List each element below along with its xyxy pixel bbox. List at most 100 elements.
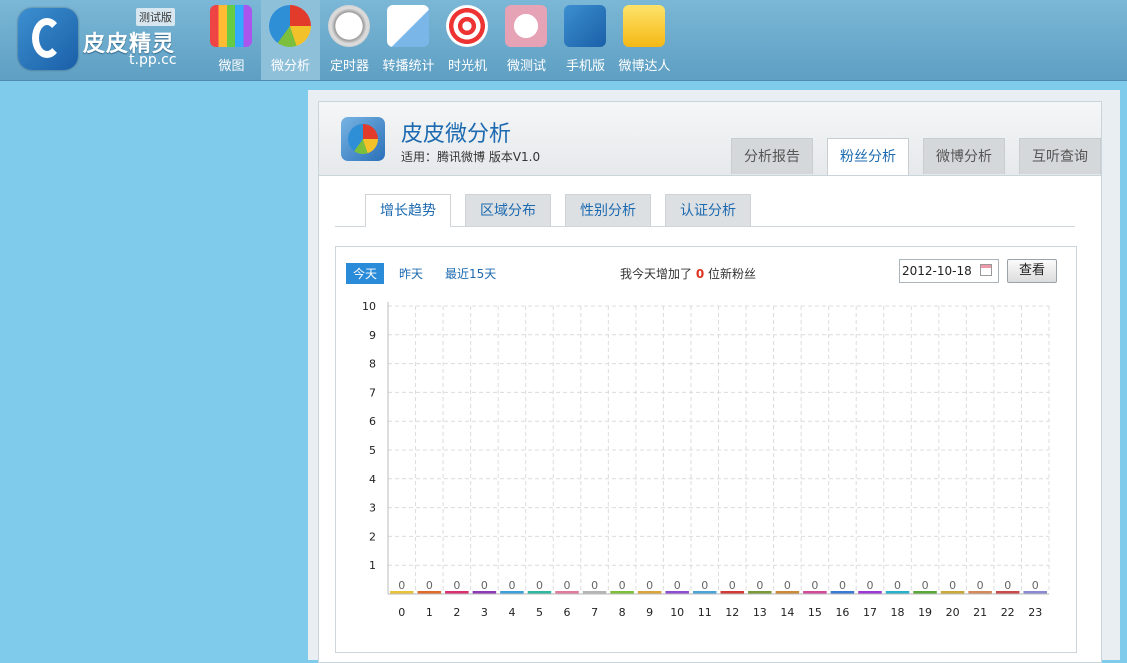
- nav-item-7[interactable]: 微博达人: [615, 0, 674, 80]
- page-title: 皮皮微分析: [401, 122, 512, 147]
- x-tick-label: 10: [670, 606, 684, 619]
- sub-tab-1[interactable]: 区域分布: [465, 194, 551, 226]
- bar-value-label: 0: [536, 579, 543, 592]
- y-tick-label: 1: [369, 559, 376, 572]
- x-tick-label: 18: [891, 606, 905, 619]
- x-tick-label: 20: [946, 606, 960, 619]
- y-tick-label: 4: [369, 473, 376, 486]
- bar-value-label: 0: [591, 579, 598, 592]
- y-tick-label: 6: [369, 415, 376, 428]
- bar-value-label: 0: [508, 579, 515, 592]
- bar-value-label: 0: [839, 579, 846, 592]
- beta-badge: 测试版: [136, 8, 175, 26]
- x-tick-label: 22: [1001, 606, 1015, 619]
- sub-tabs: 增长趋势 区域分布 性别分析 认证分析: [335, 194, 1075, 227]
- bar-value-label: 0: [646, 579, 653, 592]
- panel-content: 皮皮微分析 适用：腾讯微博 版本V1.0 分析报告 粉丝分析 微博分析 互听查询 增长…: [318, 101, 1102, 663]
- y-tick-label: 5: [369, 444, 376, 457]
- swirl-icon: [446, 5, 488, 47]
- bar-value-label: 0: [426, 579, 433, 592]
- main-tab-2[interactable]: 微博分析: [923, 138, 1005, 174]
- nav-label: 定时器: [329, 59, 369, 74]
- phone-app-icon: [564, 5, 606, 47]
- y-tick-label: 9: [369, 329, 376, 342]
- nav-item-4[interactable]: 时光机: [438, 0, 497, 80]
- x-tick-label: 19: [918, 606, 932, 619]
- sub-tab-3[interactable]: 认证分析: [665, 194, 751, 226]
- x-tick-label: 21: [973, 606, 987, 619]
- chart-container: 今天 昨天 最近15天 我今天增加了 0 位新粉丝 2012-10-18 查看 12…: [335, 246, 1077, 653]
- x-tick-label: 5: [536, 606, 543, 619]
- main-tabs: 分析报告 粉丝分析 微博分析 互听查询: [717, 138, 1101, 175]
- nav-item-6[interactable]: 手机版: [556, 0, 615, 80]
- y-tick-label: 10: [362, 300, 376, 313]
- nav-item-0[interactable]: 微图: [202, 0, 261, 80]
- nav-label: 转播统计: [382, 59, 435, 74]
- x-tick-label: 12: [725, 606, 739, 619]
- nav-label: 时光机: [447, 59, 487, 74]
- fan-growth-chart: 1234567891000010203040506070809010011012…: [362, 300, 1050, 619]
- bar-value-label: 0: [811, 579, 818, 592]
- x-tick-label: 15: [808, 606, 822, 619]
- y-tick-label: 3: [369, 502, 376, 515]
- nav-label: 微博达人: [618, 59, 671, 74]
- x-tick-label: 2: [453, 606, 460, 619]
- y-tick-label: 2: [369, 530, 376, 543]
- nav-item-2[interactable]: 定时器: [320, 0, 379, 80]
- bar-value-label: 0: [1032, 579, 1039, 592]
- x-tick-label: 11: [698, 606, 712, 619]
- main-nav: 微图 微分析 定时器 转播统计 时光机 微测试 手机版 微博达人: [202, 0, 674, 80]
- nav-label: 微测试: [506, 59, 546, 74]
- nav-label: 手机版: [565, 59, 605, 74]
- x-tick-label: 1: [426, 606, 433, 619]
- stopwatch-icon: [328, 5, 370, 47]
- x-tick-label: 6: [564, 606, 571, 619]
- bar-value-label: 0: [894, 579, 901, 592]
- bar-value-label: 0: [949, 579, 956, 592]
- nav-item-1[interactable]: 微分析: [261, 0, 320, 80]
- y-tick-label: 8: [369, 358, 376, 371]
- x-tick-label: 13: [753, 606, 767, 619]
- bar-value-label: 0: [729, 579, 736, 592]
- bar-value-label: 0: [756, 579, 763, 592]
- sub-tab-0[interactable]: 增长趋势: [365, 194, 451, 227]
- main-tab-3[interactable]: 互听查询: [1019, 138, 1101, 174]
- pie-chart-icon: [341, 117, 385, 161]
- brand-url[interactable]: t.pp.cc: [129, 52, 177, 68]
- bar-value-label: 0: [398, 579, 405, 592]
- main-tab-1[interactable]: 粉丝分析: [827, 138, 909, 175]
- bar-value-label: 0: [922, 579, 929, 592]
- x-tick-label: 4: [508, 606, 515, 619]
- x-tick-label: 0: [398, 606, 405, 619]
- sub-tab-2[interactable]: 性别分析: [565, 194, 651, 226]
- bar-value-label: 0: [453, 579, 460, 592]
- bar-value-label: 0: [481, 579, 488, 592]
- bar-value-label: 0: [674, 579, 681, 592]
- top-bar: 测试版 皮皮精灵 t.pp.cc 微图 微分析 定时器 转播统计 时光机 微测试 手机版 微博…: [0, 0, 1127, 81]
- star-icon: [623, 5, 665, 47]
- x-tick-label: 9: [646, 606, 653, 619]
- nav-item-5[interactable]: 微测试: [497, 0, 556, 80]
- x-tick-label: 17: [863, 606, 877, 619]
- x-tick-label: 16: [835, 606, 849, 619]
- x-tick-label: 7: [591, 606, 598, 619]
- bar-value-label: 0: [1004, 579, 1011, 592]
- camera-icon: [210, 5, 252, 47]
- pie-chart-icon: [269, 5, 311, 47]
- nav-label: 微图: [218, 59, 245, 74]
- y-tick-label: 7: [369, 386, 376, 399]
- nav-label: 微分析: [270, 59, 310, 74]
- x-tick-label: 23: [1028, 606, 1042, 619]
- analysis-panel: 皮皮微分析 适用：腾讯微博 版本V1.0 分析报告 粉丝分析 微博分析 互听查询 增长…: [308, 90, 1120, 663]
- nav-item-3[interactable]: 转播统计: [379, 0, 438, 80]
- bar-value-label: 0: [866, 579, 873, 592]
- brand-logo-icon[interactable]: [18, 8, 78, 70]
- page-subtitle: 适用：腾讯微博 版本V1.0: [401, 150, 541, 164]
- clover-icon: [505, 5, 547, 47]
- x-tick-label: 8: [619, 606, 626, 619]
- bar-value-label: 0: [619, 579, 626, 592]
- main-tab-0[interactable]: 分析报告: [731, 138, 813, 174]
- bar-value-label: 0: [977, 579, 984, 592]
- bar-value-label: 0: [564, 579, 571, 592]
- trend-chart-icon: [387, 5, 429, 47]
